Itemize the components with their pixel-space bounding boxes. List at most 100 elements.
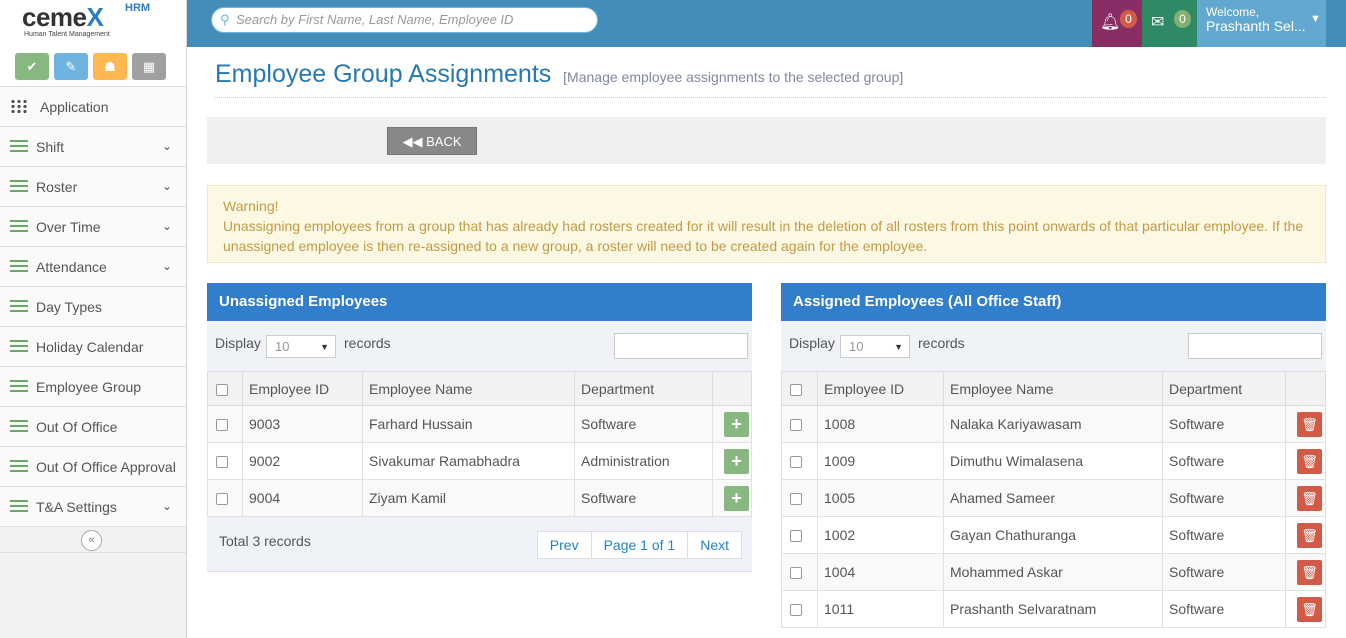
assigned-panel-header: Assigned Employees (All Office Staff): [781, 283, 1326, 321]
sidebar-item-over-time[interactable]: Over Time ⌄: [0, 207, 186, 247]
search-placeholder: Search by First Name, Last Name, Employe…: [236, 12, 514, 27]
cell-name: Dimuthu Wimalasena: [943, 442, 1163, 480]
prev-page-button[interactable]: Prev: [538, 532, 591, 558]
messages-count-badge: 0: [1174, 10, 1191, 28]
total-records: Total 3 records: [219, 533, 311, 549]
trash-icon: 🗑︎: [1301, 416, 1318, 432]
row-checkbox[interactable]: [216, 456, 228, 469]
cell-dept: Software: [1162, 516, 1286, 554]
sidebar-item-out-of-office[interactable]: Out Of Office: [0, 407, 186, 447]
select-all-checkbox[interactable]: [790, 383, 802, 396]
warning-text: Unassigning employees from a group that …: [223, 218, 1304, 254]
unassign-employee-button[interactable]: 🗑︎: [1297, 411, 1322, 437]
row-action-cell: 🗑︎: [1285, 405, 1326, 443]
warning-title: Warning!: [223, 198, 279, 214]
unassign-employee-button[interactable]: 🗑︎: [1297, 596, 1322, 622]
assign-employee-button[interactable]: +: [724, 411, 749, 437]
sidebar-item-roster[interactable]: Roster ⌄: [0, 167, 186, 207]
sidebar-item-out-of-office-approval[interactable]: Out Of Office Approval: [0, 447, 186, 487]
row-action-cell: +: [712, 405, 752, 443]
column-header[interactable]: Employee Name: [362, 371, 575, 406]
user-shortcut-button[interactable]: ☗: [93, 53, 127, 80]
unassigned-controls: Display 10 ▼ records: [207, 321, 752, 371]
next-page-button[interactable]: Next: [687, 532, 741, 558]
messages-button[interactable]: ✉ 0: [1142, 0, 1197, 47]
row-select-cell: [207, 442, 243, 480]
page-subtitle: [Manage employee assignments to the sele…: [563, 69, 904, 85]
assigned-panel: Assigned Employees (All Office Staff) Di…: [781, 283, 1326, 628]
sidebar-item-t-a-settings[interactable]: T&A Settings ⌄: [0, 487, 186, 527]
chevron-down-icon: ⌄: [161, 139, 172, 153]
row-checkbox[interactable]: [790, 419, 802, 432]
row-checkbox[interactable]: [216, 493, 228, 506]
cell-dept: Software: [1162, 590, 1286, 628]
column-header[interactable]: Department: [1162, 371, 1286, 406]
search-icon: ⚲: [220, 12, 230, 27]
warning-alert: Warning! Unassigning employees from a gr…: [207, 185, 1326, 263]
column-header[interactable]: Employee Name: [943, 371, 1163, 406]
sidebar-item-attendance[interactable]: Attendance ⌄: [0, 247, 186, 287]
reports-shortcut-button[interactable]: ▦: [132, 53, 166, 80]
sidebar-item-label: T&A Settings: [36, 498, 117, 515]
collapse-sidebar-icon[interactable]: «: [81, 530, 102, 551]
cell-id: 9003: [242, 405, 363, 443]
records-label: records: [344, 335, 391, 351]
sidebar-item-label: Over Time: [36, 218, 101, 235]
cell-id: 9002: [242, 442, 363, 480]
cell-id: 1008: [817, 405, 944, 443]
select-all-checkbox[interactable]: [216, 383, 228, 396]
row-select-cell: [781, 516, 818, 554]
brand-name: cemeX: [22, 2, 104, 32]
unassign-employee-button[interactable]: 🗑︎: [1297, 559, 1322, 585]
assigned-filter-input[interactable]: [1188, 333, 1322, 359]
assigned-page-size-select[interactable]: 10 ▼: [840, 335, 910, 358]
row-action-cell: +: [712, 442, 752, 480]
records-label: records: [918, 335, 965, 351]
unassigned-page-size-select[interactable]: 10 ▼: [266, 335, 336, 358]
row-checkbox[interactable]: [790, 456, 802, 469]
unassigned-panel: Unassigned Employees Display 10 ▼ records…: [207, 283, 752, 572]
unassign-employee-button[interactable]: 🗑︎: [1297, 448, 1322, 474]
row-checkbox[interactable]: [790, 604, 802, 617]
list-icon: [10, 420, 28, 433]
list-icon: [10, 220, 28, 233]
select-all-cell: [781, 371, 818, 406]
assign-employee-button[interactable]: +: [724, 448, 749, 474]
sidebar-item-application[interactable]: Application: [0, 87, 186, 127]
edit-shortcut-button[interactable]: ✎: [54, 53, 88, 80]
list-icon: [10, 460, 28, 473]
row-checkbox[interactable]: [790, 567, 802, 580]
unassign-employee-button[interactable]: 🗑︎: [1297, 522, 1322, 548]
assigned-controls: Display 10 ▼ records: [781, 321, 1326, 371]
trash-icon: 🗑︎: [1301, 601, 1318, 617]
sidebar-item-holiday-calendar[interactable]: Holiday Calendar: [0, 327, 186, 367]
top-navbar: ⚲ Search by First Name, Last Name, Emplo…: [187, 0, 1346, 47]
fast-backward-icon: ◀◀: [402, 134, 423, 149]
sidebar-item-employee-group[interactable]: Employee Group: [0, 367, 186, 407]
row-select-cell: [781, 479, 818, 517]
sidebar-item-shift[interactable]: Shift ⌄: [0, 127, 186, 167]
select-all-cell: [207, 371, 243, 406]
column-header[interactable]: Employee ID: [242, 371, 363, 406]
brand-logo[interactable]: cemeX HRM Human Talent Management: [0, 0, 186, 47]
unassign-employee-button[interactable]: 🗑︎: [1297, 485, 1322, 511]
unassigned-table: Employee ID Employee Name Department 900…: [207, 371, 752, 517]
column-header[interactable]: Employee ID: [817, 371, 944, 406]
brand-hrm: HRM: [125, 2, 151, 14]
employee-search-input[interactable]: ⚲ Search by First Name, Last Name, Emplo…: [211, 7, 598, 33]
row-checkbox[interactable]: [790, 493, 802, 506]
row-select-cell: [781, 405, 818, 443]
row-checkbox[interactable]: [216, 419, 228, 432]
assign-employee-button[interactable]: +: [724, 485, 749, 511]
unassigned-filter-input[interactable]: [614, 333, 748, 359]
user-menu[interactable]: Welcome, Prashanth Sel... ▼: [1197, 0, 1326, 47]
column-header[interactable]: Department: [574, 371, 713, 406]
row-action-cell: 🗑︎: [1285, 442, 1326, 480]
cell-id: 1004: [817, 553, 944, 591]
table-row: 1009 Dimuthu Wimalasena Software 🗑︎: [781, 442, 1326, 480]
check-shortcut-button[interactable]: ✔: [15, 53, 49, 80]
sidebar-item-day-types[interactable]: Day Types: [0, 287, 186, 327]
row-checkbox[interactable]: [790, 530, 802, 543]
back-button[interactable]: ◀◀ BACK: [387, 127, 477, 155]
notifications-button[interactable]: 🔔︎ 0: [1092, 0, 1142, 47]
